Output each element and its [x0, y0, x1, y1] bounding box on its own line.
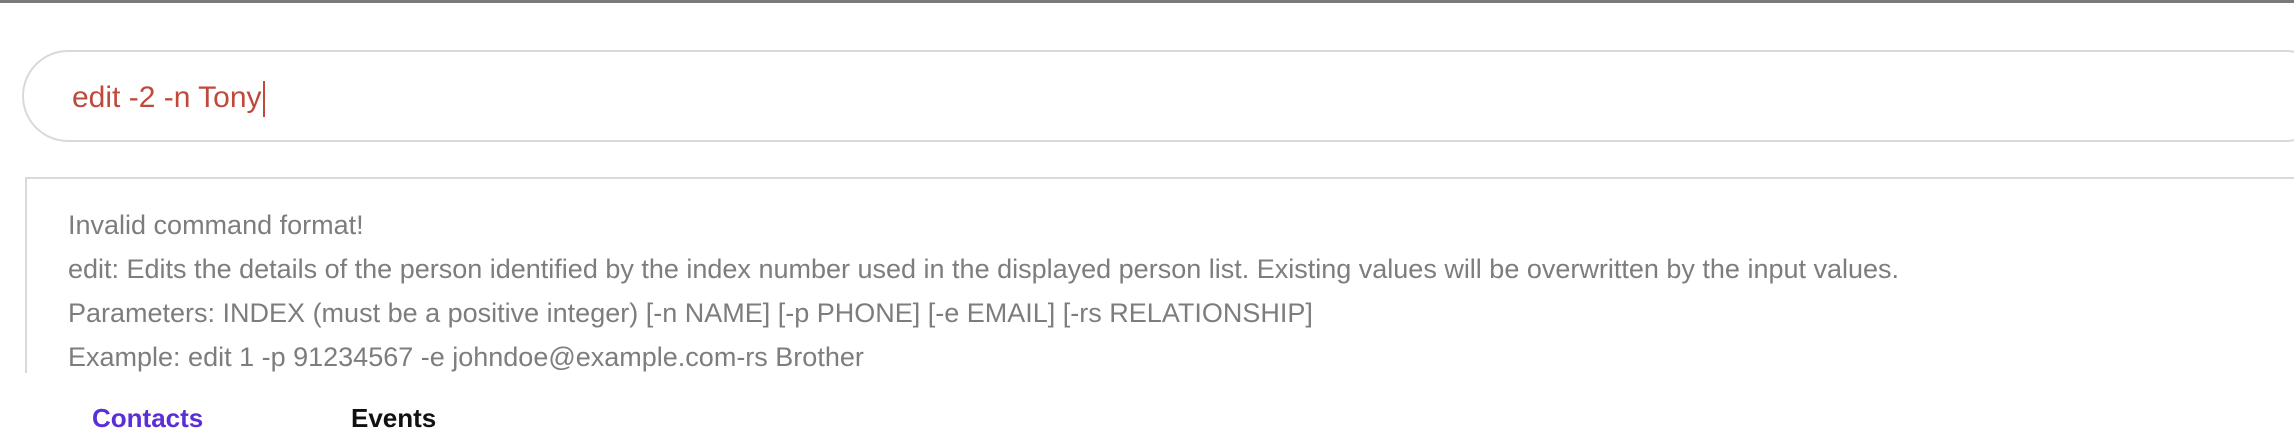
result-line-description: edit: Edits the details of the person id… — [68, 254, 1900, 284]
tab-contacts[interactable]: Contacts — [92, 400, 203, 436]
command-input-text: edit -2 -n Tony — [72, 81, 262, 114]
text-caret — [262, 81, 265, 118]
result-line-parameters: Parameters: INDEX (must be a positive in… — [68, 298, 1313, 328]
result-line-example: Example: edit 1 -p 91234567 -e johndoe@e… — [68, 342, 864, 372]
command-input[interactable]: edit -2 -n Tony — [72, 78, 265, 118]
result-display: Invalid command format! edit: Edits the … — [25, 177, 2294, 373]
result-line-error: Invalid command format! — [68, 210, 364, 240]
tab-events[interactable]: Events — [351, 400, 436, 436]
top-divider — [0, 0, 2294, 3]
command-box[interactable]: edit -2 -n Tony — [22, 50, 2294, 142]
